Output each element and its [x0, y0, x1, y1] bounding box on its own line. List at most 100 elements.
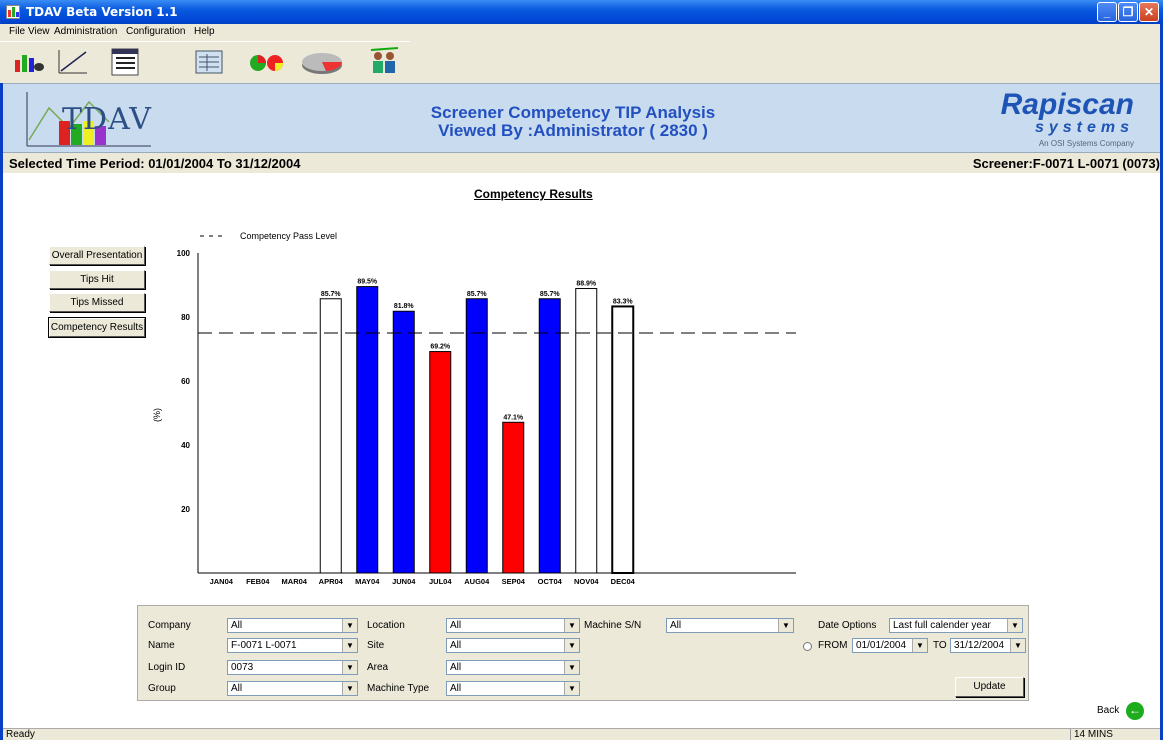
company-select[interactable]: All ▼: [227, 618, 358, 633]
chevron-down-icon: ▼: [564, 682, 579, 695]
status-bar: Ready 14 MINS: [3, 728, 1160, 740]
name-select[interactable]: F-0071 L-0071 ▼: [227, 638, 358, 653]
location-label: Location: [367, 620, 405, 631]
bar-nov04[interactable]: [575, 288, 598, 574]
bar-chart-icon[interactable]: [12, 46, 46, 78]
bar-value-label: 47.1%: [503, 414, 524, 421]
menu-help[interactable]: Help: [194, 26, 215, 37]
bar-oct04[interactable]: [538, 298, 561, 574]
chart-heading: Competency Results: [474, 187, 593, 201]
bar-jul04[interactable]: [429, 351, 452, 574]
toolbar: [0, 41, 410, 83]
x-tick-label: APR04: [319, 577, 344, 586]
brand-name: Rapiscan: [1000, 88, 1134, 121]
y-tick-label: 40: [181, 441, 190, 450]
competency-results-button[interactable]: Competency Results: [48, 317, 146, 338]
report-title-line1: Screener Competency TIP Analysis: [430, 103, 716, 122]
tdav-logo: TDAV: [19, 88, 154, 148]
bar-value-label: 89.5%: [357, 279, 378, 286]
bar-jun04[interactable]: [392, 310, 415, 574]
back-arrow-icon[interactable]: ←: [1126, 702, 1144, 720]
overall-presentation-button[interactable]: Overall Presentation: [49, 246, 145, 265]
group-label: Group: [148, 683, 176, 694]
app-icon: [6, 5, 20, 19]
chevron-down-icon: ▼: [342, 619, 357, 632]
pie-3d-icon[interactable]: [300, 46, 343, 78]
chart-legend: Competency Pass Level: [200, 231, 337, 241]
menu-configuration[interactable]: Configuration: [126, 26, 185, 37]
from-date-radio[interactable]: [803, 642, 812, 651]
session-time: 14 MINS: [1070, 729, 1158, 740]
menu-bar: File View Administration Configuration H…: [0, 24, 1160, 41]
x-tick-label: AUG04: [464, 577, 490, 586]
date-options-select[interactable]: Last full calender year ▼: [889, 618, 1023, 633]
bar-value-label: 85.7%: [467, 291, 488, 298]
user-group-icon[interactable]: [368, 46, 402, 78]
location-select[interactable]: All ▼: [446, 618, 580, 633]
to-label: TO: [933, 640, 947, 651]
table-report-icon[interactable]: [192, 46, 226, 78]
bar-apr04[interactable]: [319, 298, 342, 574]
login-id-value: 0073: [231, 662, 254, 673]
menu-file[interactable]: File: [9, 26, 25, 37]
bar-may04[interactable]: [356, 286, 379, 574]
tips-hit-button[interactable]: Tips Hit: [49, 270, 145, 289]
group-value: All: [231, 683, 243, 694]
site-label: Site: [367, 640, 385, 651]
x-tick-label: MAR04: [282, 577, 308, 586]
chevron-down-icon: ▼: [912, 639, 927, 652]
from-date-value: 01/01/2004: [856, 640, 907, 651]
close-button[interactable]: ✕: [1139, 2, 1159, 22]
pie-chart-icon[interactable]: [248, 46, 283, 78]
report-title-line2: Viewed By :Administrator ( 2830 ): [438, 121, 708, 140]
update-button[interactable]: Update: [955, 677, 1024, 697]
from-date-select[interactable]: 01/01/2004 ▼: [852, 638, 928, 653]
group-select[interactable]: All ▼: [227, 681, 358, 696]
machine-type-value: All: [450, 683, 462, 694]
back-label[interactable]: Back: [1097, 705, 1119, 716]
x-tick-label: MAY04: [355, 577, 380, 586]
company-label: Company: [148, 620, 191, 631]
menu-administration[interactable]: Administration: [54, 26, 117, 37]
menu-view[interactable]: View: [28, 26, 50, 37]
company-value: All: [231, 620, 243, 631]
chevron-down-icon: ▼: [564, 661, 579, 674]
maximize-button[interactable]: ❐: [1118, 2, 1138, 22]
report-header: TDAV Screener Competency TIP Analysis Vi…: [3, 83, 1160, 153]
bar-value-label: 88.9%: [576, 281, 597, 288]
tips-missed-button[interactable]: Tips Missed: [49, 293, 145, 312]
y-tick-label: 20: [181, 505, 190, 514]
list-report-icon[interactable]: [108, 46, 142, 78]
machine-sn-label: Machine S/N: [584, 620, 642, 631]
to-date-select[interactable]: 31/12/2004 ▼: [950, 638, 1026, 653]
machine-type-label: Machine Type: [367, 683, 430, 694]
bar-aug04[interactable]: [465, 298, 488, 574]
chevron-down-icon: ▼: [342, 682, 357, 695]
line-chart-icon[interactable]: [56, 46, 90, 78]
window-title: TDAV Beta Version 1.1: [26, 5, 178, 19]
x-tick-label: FEB04: [246, 577, 270, 586]
machine-type-select[interactable]: All ▼: [446, 681, 580, 696]
bar-value-label: 85.7%: [540, 291, 561, 298]
rapiscan-logo: Rapiscan systems An OSI Systems Company: [1000, 88, 1134, 149]
x-tick-label: NOV04: [574, 577, 599, 586]
to-date-value: 31/12/2004: [954, 640, 1005, 651]
x-tick-label: JUL04: [429, 577, 452, 586]
minimize-button[interactable]: _: [1097, 2, 1117, 22]
area-select[interactable]: All ▼: [446, 660, 580, 675]
status-text: Ready: [6, 729, 35, 740]
x-tick-label: JAN04: [210, 577, 234, 586]
bar-sep04[interactable]: [502, 421, 525, 574]
bar-value-label: 85.7%: [321, 291, 342, 298]
bar-value-label: 69.2%: [430, 344, 451, 351]
site-select[interactable]: All ▼: [446, 638, 580, 653]
bar-dec04[interactable]: [611, 305, 635, 574]
name-value: F-0071 L-0071: [231, 640, 297, 651]
chevron-down-icon: ▼: [564, 639, 579, 652]
login-id-select[interactable]: 0073 ▼: [227, 660, 358, 675]
machine-sn-select[interactable]: All ▼: [666, 618, 794, 633]
from-label: FROM: [818, 640, 848, 651]
y-axis-label: (%): [152, 408, 162, 422]
chevron-down-icon: ▼: [778, 619, 793, 632]
brand-tagline: An OSI Systems Company: [1038, 139, 1134, 148]
